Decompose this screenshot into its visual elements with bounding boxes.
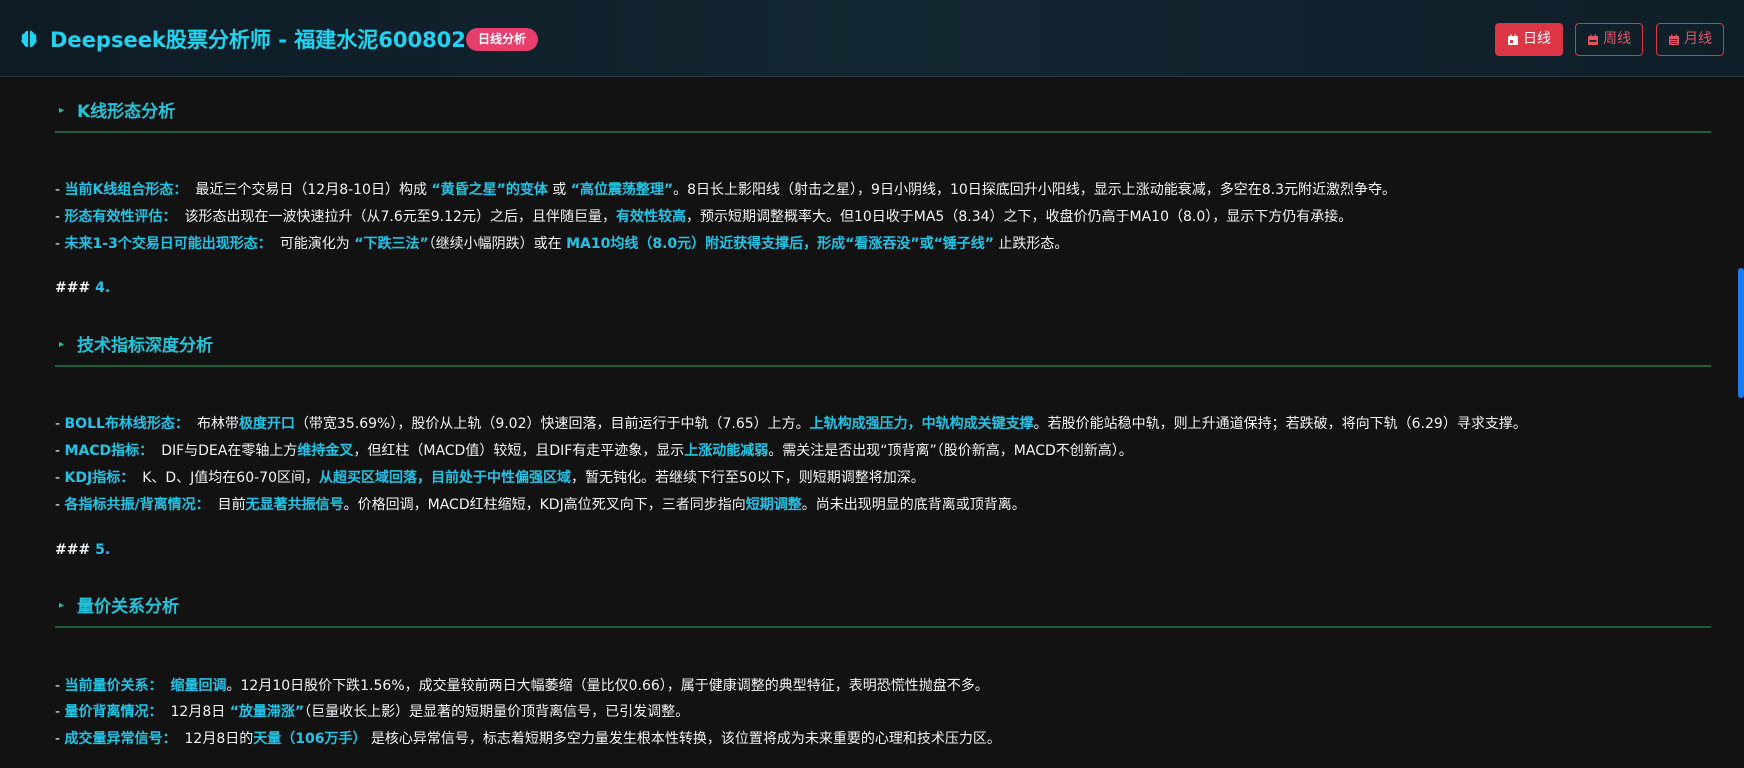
list-item: - 量价背离情况： 12月8日 “放量滞涨”（巨量收长上影）是显著的短期量价顶背离… [55,704,690,720]
item-label: MACD指标： [64,443,154,459]
item-text: DIF与DEA在零轴上方 [161,443,298,459]
item-highlight: “下跌三法” [354,236,429,252]
item-label: KDJ指标： [64,470,135,486]
item-highlight: 上涨动能减弱 [684,443,769,459]
item-text: K、D、J值均在60-70区间， [142,470,319,486]
item-label: 当前量价关系： [64,678,163,694]
item-highlight: 从超买区域回落，目前处于中性偏强区域 [318,470,571,486]
item-highlight: 短期调整 [745,497,802,513]
weekly-button-label: 周线 [1603,31,1631,47]
item-label: 各指标共振/背离情况： [64,497,210,513]
item-text: 。价格回调，MACD红柱缩短，KDJ高位死叉向下，三者同步指向 [343,497,746,513]
app-title: Deepseek股票分析师 - 福建水泥600802 [50,28,466,52]
item-highlight: “黄昏之星”的变体 [431,182,548,198]
item-text: 。尚未出现明显的底背离或顶背离。 [801,497,1026,513]
scrollbar-thumb[interactable] [1738,268,1744,398]
item-highlight: MA10均线（8.0元）附近获得支撑后，形成“看涨吞没”或“锤子线” [566,236,994,252]
item-text: 或 [547,182,571,198]
item-highlight: 无显著共振信号 [245,497,344,513]
item-label: 形态有效性评估： [64,209,177,225]
brain-icon [21,30,37,47]
item-text: ，暂无钝化。若继续下行至50以下，则短期调整将加深。 [570,470,925,486]
item-text: 。12月10日股价下跌1.56%，成交量较前两日大幅萎缩（量比仅0.66），属于… [226,678,989,694]
section-title: 技术指标深度分析 [77,336,213,356]
item-text: 可能演化为 [279,236,355,252]
item-highlight: 天量（106万手） [253,731,367,747]
item-highlight: 有效性较高 [615,209,686,225]
section-header: ▸ 技术指标深度分析 [55,331,1711,367]
item-text: 。需关注是否出现“顶背离”（股价新高，MACD不创新高）。 [768,443,1133,459]
caret-right-icon: ▸ [59,600,65,611]
list-item: - 未来1-3个交易日可能出现形态： 可能演化为 “下跌三法”（继续小幅阴跌）或在… [55,236,1069,252]
item-label: 成交量异常信号： [64,731,177,747]
item-highlight: 缩量回调 [170,678,227,694]
item-text: 是核心异常信号，标志着短期多空力量发生根本性转换，该位置将成为未来重要的心理和技… [366,731,1001,747]
item-text: 。8日长上影阳线（射击之星），9日小阴线，10日探底回升小阳线，显示上涨动能衰减… [673,182,1397,198]
item-label: 当前K线组合形态： [64,182,188,198]
item-text: 止跌形态。 [993,236,1069,252]
analysis-mode-badge: 日线分析 [466,28,539,51]
list-item: - KDJ指标： K、D、J值均在60-70区间，从超买区域回落，目前处于中性偏强… [55,470,925,486]
item-highlight: 极度开口 [238,416,295,432]
list-item: - 形态有效性评估： 该形态出现在一波快速拉升（从7.6元至9.12元）之后，且伴… [55,209,1353,225]
item-highlight: 上轨构成强压力，中轨构成关键支撑 [809,416,1034,432]
item-text: 12月8日的 [184,731,254,747]
daily-button-label: 日线 [1523,31,1551,47]
item-text: 最近三个交易日（12月8-10日）构成 [195,182,432,198]
list-item: - 各指标共振/背离情况： 目前无显著共振信号。价格回调，MACD红柱缩短，KDJ… [55,497,1026,513]
weekly-button[interactable]: 周线 [1575,23,1643,56]
item-text: ，但红柱（MACD值）较短，且DIF有走平迹象，显示 [353,443,685,459]
caret-right-icon: ▸ [59,105,65,116]
calendar-day-icon [1508,34,1518,45]
section-title: K线形态分析 [77,102,176,122]
list-item: - 当前K线组合形态： 最近三个交易日（12月8-10日）构成 “黄昏之星”的变体… [55,182,1397,198]
item-highlight: 维持金叉 [297,443,354,459]
item-text: （巨量收长上影）是显著的短期量价顶背离信号，已引发调整。 [304,704,690,720]
calendar-week-icon [1588,34,1598,45]
list-item: - 成交量异常信号： 12月8日的天量（106万手） 是核心异常信号，标志着短期多… [55,731,1001,747]
monthly-button-label: 月线 [1684,31,1712,47]
section-header: ▸ 量价关系分析 [55,592,1711,628]
monthly-button[interactable]: 月线 [1656,23,1724,56]
markdown-heading-marker: ### 5. [55,542,111,558]
item-highlight: “高位震荡整理” [570,182,674,198]
item-text: （继续小幅阴跌）或在 [428,236,567,252]
item-highlight: “放量滞涨” [229,704,305,720]
markdown-heading-marker: ### 4. [55,280,111,296]
item-label: 未来1-3个交易日可能出现形态： [64,236,272,252]
item-text: 布林带 [196,416,239,432]
caret-right-icon: ▸ [59,339,65,350]
item-text: 12月8日 [170,704,230,720]
list-item: - 当前量价关系： 缩量回调。12月10日股价下跌1.56%，成交量较前两日大幅萎… [55,678,989,694]
item-text: ，预示短期调整概率大。但10日收于MA5（8.34）之下，收盘价仍高于MA10（… [685,209,1353,225]
item-text: 该形态出现在一波快速拉升（从7.6元至9.12元）之后，且伴随巨量， [184,209,616,225]
list-item: - BOLL布林线形态： 布林带极度开口（带宽35.69%），股价从上轨（9.02… [55,416,1527,432]
calendar-month-icon [1669,34,1679,45]
item-label: BOLL布林线形态： [64,416,189,432]
app-header: Deepseek股票分析师 - 福建水泥600802 日线分析 日线 周线 月线 [0,0,1744,77]
item-label: 量价背离情况： [64,704,163,720]
analysis-content: ▸ K线形态分析 - 当前K线组合形态： 最近三个交易日（12月8-10日）构成 … [0,77,1744,768]
section-title: 量价关系分析 [77,597,179,617]
item-text: 目前 [217,497,246,513]
item-text: （带宽35.69%），股价从上轨（9.02）快速回落，目前运行于中轨（7.65）… [294,416,810,432]
section-header: ▸ K线形态分析 [55,97,1711,133]
daily-button[interactable]: 日线 [1495,23,1563,56]
list-item: - MACD指标： DIF与DEA在零轴上方维持金叉，但红柱（MACD值）较短，且… [55,443,1133,459]
item-text: 。若股价能站稳中轨，则上升通道保持；若跌破，将向下轨（6.29）寻求支撑。 [1033,416,1527,432]
